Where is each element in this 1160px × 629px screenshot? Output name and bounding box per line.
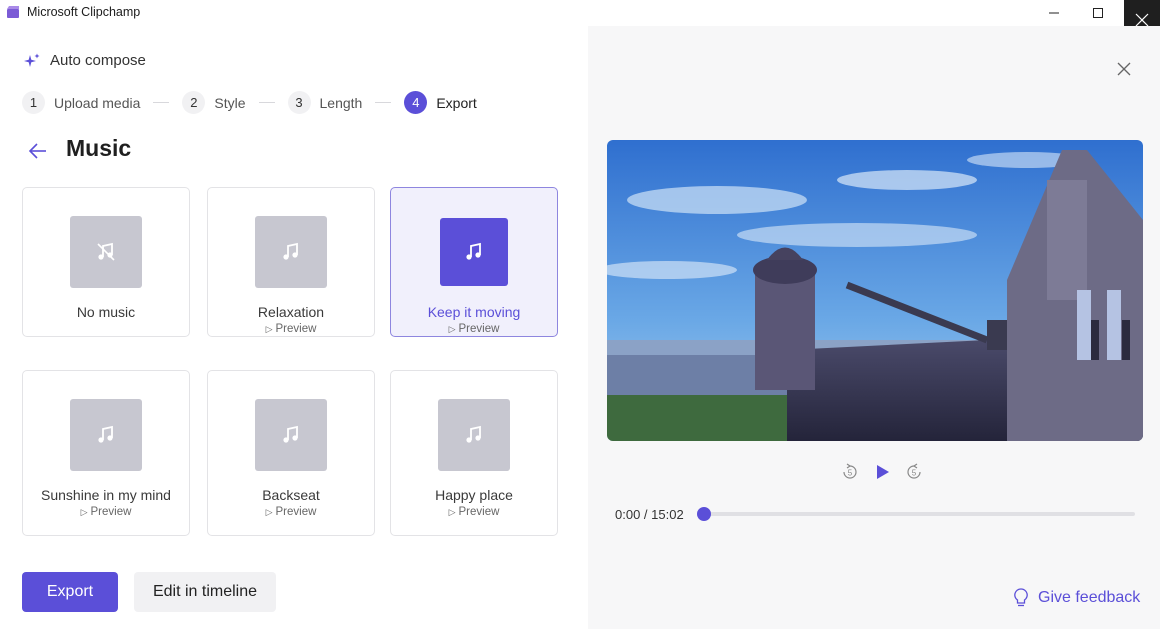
music-option-relaxation[interactable]: Relaxation ▷ Preview [207, 187, 375, 337]
preview-link[interactable]: ▷ Preview [23, 506, 189, 518]
music-thumb [438, 399, 510, 471]
preview-label: Preview [90, 506, 132, 518]
video-frame-image [607, 140, 1143, 441]
minimize-icon [1049, 12, 1059, 14]
music-thumb [70, 399, 142, 471]
maximize-button[interactable] [1075, 0, 1121, 26]
music-option-sunshine-in-my-mind[interactable]: Sunshine in my mind ▷ Preview [22, 370, 190, 536]
music-option-keep-it-moving[interactable]: Keep it moving ▷ Preview [390, 187, 558, 337]
step-number: 4 [404, 91, 428, 114]
music-option-label: Relaxation [257, 304, 325, 320]
clipchamp-logo-icon [7, 6, 19, 18]
rewind-5-icon: 5 [843, 463, 857, 479]
step-number: 1 [22, 91, 45, 114]
step-label: Export [436, 94, 477, 111]
music-note-icon [466, 242, 481, 260]
preview-label: Preview [275, 323, 317, 335]
minimize-button[interactable] [1031, 0, 1077, 26]
step-divider [153, 102, 170, 103]
step-number: 3 [287, 91, 311, 114]
preview-link[interactable]: ▷ Preview [391, 323, 557, 335]
close-icon [1135, 13, 1149, 26]
step-length[interactable]: 3 Length [287, 91, 363, 114]
play-button[interactable] [872, 462, 892, 482]
back-arrow-icon[interactable] [27, 141, 49, 161]
forward-button[interactable]: 5 [904, 462, 924, 482]
preview-link[interactable]: ▷ Preview [391, 506, 557, 518]
step-divider [258, 102, 275, 103]
music-thumb [255, 399, 327, 471]
music-thumb [70, 216, 142, 288]
music-option-label: Happy place [435, 487, 513, 503]
music-option-label: Sunshine in my mind [41, 487, 171, 503]
music-option-label: Keep it moving [427, 304, 521, 320]
export-button[interactable]: Export [22, 572, 118, 612]
play-outline-icon: ▷ [80, 507, 88, 517]
page-title: Music [66, 135, 132, 161]
auto-compose-label: Auto compose [50, 52, 146, 69]
play-outline-icon: ▷ [448, 507, 456, 517]
seek-bar[interactable] [704, 512, 1135, 516]
edit-in-timeline-button[interactable]: Edit in timeline [134, 572, 276, 612]
rewind-seconds: 5 [848, 469, 853, 478]
stepper: 1 Upload media 2 Style 3 Length 4 Export [22, 91, 477, 114]
music-off-icon [97, 242, 115, 261]
preview-panel: 5 5 0:00 / 15:02 Give feedback [588, 26, 1160, 629]
rewind-button[interactable]: 5 [840, 462, 860, 482]
step-divider [375, 102, 392, 103]
step-label: Upload media [54, 94, 141, 111]
playback-controls: 5 5 [834, 462, 930, 482]
forward-seconds: 5 [912, 469, 917, 478]
give-feedback-label: Give feedback [1038, 589, 1141, 606]
music-option-no-music[interactable]: No music [22, 187, 190, 337]
music-option-backseat[interactable]: Backseat ▷ Preview [207, 370, 375, 536]
step-style[interactable]: 2 Style [182, 91, 246, 114]
window-title: Microsoft Clipchamp [27, 5, 141, 19]
step-export[interactable]: 4 Export [404, 91, 477, 114]
play-outline-icon: ▷ [265, 324, 273, 334]
lightbulb-icon [1014, 588, 1028, 607]
give-feedback-link[interactable]: Give feedback [1013, 588, 1140, 608]
step-upload-media[interactable]: 1 Upload media [22, 91, 140, 114]
preview-link[interactable]: ▷ Preview [208, 323, 374, 335]
seek-handle[interactable] [697, 507, 711, 521]
step-label: Style [214, 94, 246, 111]
preview-label: Preview [275, 506, 317, 518]
music-note-icon [283, 425, 298, 443]
music-note-icon [283, 242, 298, 260]
play-outline-icon: ▷ [265, 507, 273, 517]
video-preview[interactable] [607, 140, 1143, 441]
music-thumb [255, 216, 327, 288]
sparkle-icon [24, 53, 40, 67]
music-option-label: Backseat [262, 487, 320, 503]
title-bar: Microsoft Clipchamp [0, 0, 1160, 39]
preview-label: Preview [458, 323, 500, 335]
music-option-label: No music [76, 304, 136, 320]
compose-panel: Auto compose 1 Upload media 2 Style 3 Le… [0, 26, 588, 629]
music-option-happy-place[interactable]: Happy place ▷ Preview [390, 370, 558, 536]
auto-compose-header: Auto compose [24, 52, 146, 69]
close-dialog-icon[interactable] [1116, 61, 1132, 77]
step-number: 2 [182, 91, 206, 114]
maximize-icon [1093, 8, 1103, 18]
music-note-icon [98, 425, 113, 443]
step-label: Length [319, 94, 363, 111]
playback-time: 0:00 / 15:02 [615, 507, 684, 522]
play-outline-icon: ▷ [448, 324, 456, 334]
preview-label: Preview [458, 506, 500, 518]
music-thumb [440, 218, 508, 286]
music-note-icon [466, 425, 481, 443]
preview-link[interactable]: ▷ Preview [208, 506, 374, 518]
play-icon [877, 465, 889, 479]
forward-5-icon: 5 [907, 463, 921, 479]
